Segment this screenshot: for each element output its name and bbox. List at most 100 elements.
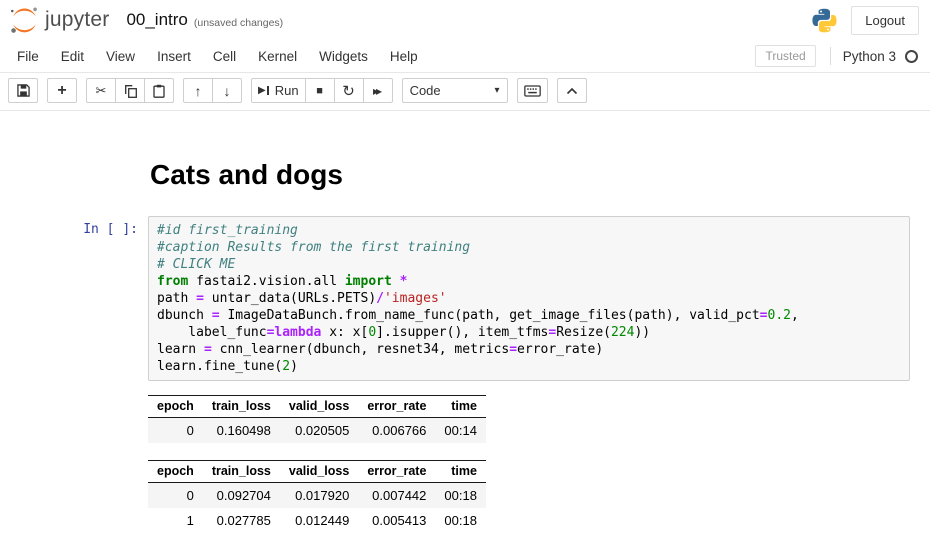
kernel-idle-icon xyxy=(905,50,918,63)
header: jupyter 00_intro (unsaved changes) Logou… xyxy=(0,0,930,40)
paste-cell-button[interactable] xyxy=(144,78,174,103)
move-cell-up-button[interactable]: ↑ xyxy=(183,78,213,103)
markdown-prompt-gutter xyxy=(0,158,148,191)
code-content: #id first_training#caption Results from … xyxy=(157,222,901,375)
trusted-badge[interactable]: Trusted xyxy=(755,45,815,67)
code-line: #id first_training xyxy=(157,222,901,239)
table-cell: 0.007442 xyxy=(358,483,435,509)
python-logo-icon xyxy=(811,7,838,34)
page-title: Cats and dogs xyxy=(148,158,343,191)
table-cell: 0.027785 xyxy=(203,508,280,533)
code-line: dbunch = ImageDataBunch.from_name_func(p… xyxy=(157,307,901,324)
table-cell: 0.017920 xyxy=(280,483,358,509)
chevron-up-icon xyxy=(566,87,578,95)
code-line: #caption Results from the first training xyxy=(157,239,901,256)
table-cell: 00:14 xyxy=(435,418,486,444)
table-header-cell: epoch xyxy=(148,396,203,418)
copy-icon xyxy=(124,84,137,98)
plus-icon: + xyxy=(57,82,66,100)
chevron-down-icon: ▾ xyxy=(495,85,500,96)
table-header-cell: time xyxy=(435,396,486,418)
keyboard-icon xyxy=(524,85,541,97)
logout-button[interactable]: Logout xyxy=(851,6,919,35)
menu-view[interactable]: View xyxy=(95,43,146,70)
kernel-separator xyxy=(830,47,831,65)
paste-icon xyxy=(153,84,165,98)
menu-file[interactable]: File xyxy=(6,43,50,70)
table-header-cell: valid_loss xyxy=(280,461,358,483)
kernel-name: Python 3 xyxy=(843,49,896,64)
code-cell[interactable]: In [ ]: #id first_training#caption Resul… xyxy=(0,216,910,381)
table-cell: 1 xyxy=(148,508,203,533)
table-row: 00.1604980.0205050.00676600:14 xyxy=(148,418,486,444)
input-prompt: In [ ]: xyxy=(0,216,148,381)
cut-cell-button[interactable]: ✂ xyxy=(86,78,116,103)
jupyter-logo[interactable]: jupyter xyxy=(9,5,109,36)
markdown-cell[interactable]: Cats and dogs xyxy=(0,158,910,191)
move-cell-down-button[interactable]: ↓ xyxy=(212,78,242,103)
notebook-title[interactable]: 00_intro xyxy=(126,10,187,30)
training-metrics-table: epochtrain_lossvalid_losserror_ratetime0… xyxy=(148,395,486,443)
scissors-icon: ✂ xyxy=(96,84,107,97)
restart-kernel-button[interactable]: ↻ xyxy=(334,78,364,103)
table-header-cell: epoch xyxy=(148,461,203,483)
cell-type-value: Code xyxy=(410,83,441,98)
arrow-up-icon: ↑ xyxy=(195,83,202,99)
table-cell: 0.006766 xyxy=(358,418,435,444)
table-row: 10.0277850.0124490.00541300:18 xyxy=(148,508,486,533)
table-header-cell: train_loss xyxy=(203,461,280,483)
code-editor[interactable]: #id first_training#caption Results from … xyxy=(148,216,910,381)
menu-edit[interactable]: Edit xyxy=(50,43,95,70)
table-cell: 0.092704 xyxy=(203,483,280,509)
run-label: Run xyxy=(275,83,299,98)
menubar: File Edit View Insert Cell Kernel Widget… xyxy=(0,40,930,73)
menu-insert[interactable]: Insert xyxy=(146,43,202,70)
save-button[interactable] xyxy=(8,78,38,103)
table-cell: 0 xyxy=(148,418,203,444)
code-line: # CLICK ME xyxy=(157,256,901,273)
table-header-cell: error_rate xyxy=(358,396,435,418)
output-area: epochtrain_lossvalid_losserror_ratetime0… xyxy=(148,381,910,533)
interrupt-kernel-button[interactable]: ■ xyxy=(305,78,335,103)
notebook-area: Cats and dogs In [ ]: #id first_training… xyxy=(0,111,930,533)
cell-type-select[interactable]: Code ▾ xyxy=(402,78,508,103)
table-cell: 0.005413 xyxy=(358,508,435,533)
code-line: from fastai2.vision.all import * xyxy=(157,273,901,290)
table-cell: 0.020505 xyxy=(280,418,358,444)
jupyter-logo-icon xyxy=(9,5,40,36)
restart-run-all-button[interactable]: ▸▸ xyxy=(363,78,393,103)
toolbar: + ✂ ↑ ↓ ▶ Run ■ ↻ ▸▸ Code ▾ xyxy=(0,73,930,111)
menu-cell[interactable]: Cell xyxy=(202,43,247,70)
code-line: label_func=lambda x: x[0].isupper(), ite… xyxy=(157,324,901,341)
training-metrics-table: epochtrain_lossvalid_losserror_ratetime0… xyxy=(148,460,486,533)
arrow-down-icon: ↓ xyxy=(224,83,231,99)
run-icon: ▶ xyxy=(258,85,269,96)
table-cell: 0.012449 xyxy=(280,508,358,533)
code-line: path = untar_data(URLs.PETS)/'images' xyxy=(157,290,901,307)
stop-icon: ■ xyxy=(316,85,323,97)
menu-help[interactable]: Help xyxy=(379,43,429,70)
chevron-up-button[interactable] xyxy=(557,78,587,103)
restart-icon: ↻ xyxy=(342,82,355,100)
menu-widgets[interactable]: Widgets xyxy=(308,43,379,70)
table-header-cell: valid_loss xyxy=(280,396,358,418)
table-cell: 00:18 xyxy=(435,508,486,533)
table-row: 00.0927040.0179200.00744200:18 xyxy=(148,483,486,509)
menu-kernel[interactable]: Kernel xyxy=(247,43,308,70)
table-cell: 00:18 xyxy=(435,483,486,509)
save-icon xyxy=(17,84,30,97)
table-header-cell: error_rate xyxy=(358,461,435,483)
table-cell: 0 xyxy=(148,483,203,509)
command-palette-button[interactable] xyxy=(517,78,548,103)
fast-forward-icon: ▸▸ xyxy=(373,84,382,98)
code-line: learn = cnn_learner(dbunch, resnet34, me… xyxy=(157,341,901,358)
table-header-cell: train_loss xyxy=(203,396,280,418)
code-line: learn.fine_tune(2) xyxy=(157,358,901,375)
jupyter-logo-text: jupyter xyxy=(45,8,109,32)
save-status: (unsaved changes) xyxy=(194,12,283,29)
add-cell-button[interactable]: + xyxy=(47,78,77,103)
table-cell: 0.160498 xyxy=(203,418,280,444)
copy-cell-button[interactable] xyxy=(115,78,145,103)
table-header-cell: time xyxy=(435,461,486,483)
run-cell-button[interactable]: ▶ Run xyxy=(251,78,306,103)
